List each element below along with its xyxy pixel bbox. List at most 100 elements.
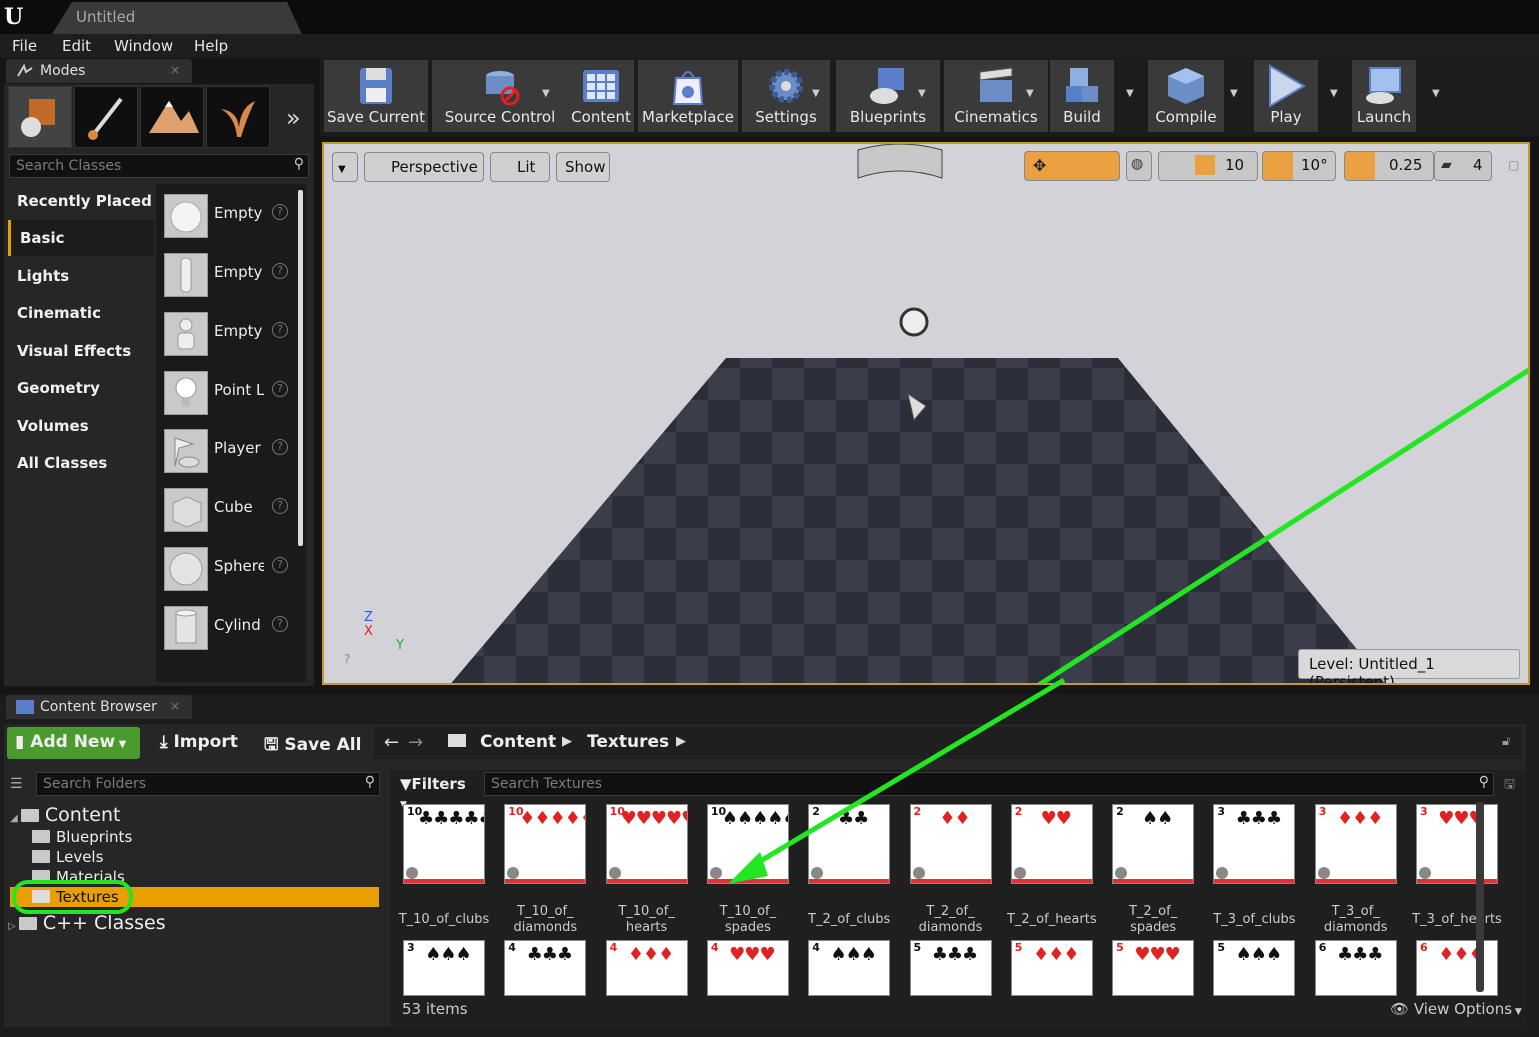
content-button[interactable]: Content [568, 60, 634, 132]
asset-tile[interactable]: 6 ♦♦♦ [1411, 940, 1503, 1037]
asset-tile[interactable]: 5 ♦♦♦ [1006, 940, 1098, 1037]
asset-tile[interactable]: 10♦♦♦♦♦♦♦♦♦♦ T_10_of_diamonds [499, 804, 591, 938]
chevron-down-icon[interactable]: ▼ [1126, 88, 1134, 99]
category-cinematic[interactable]: Cinematic [8, 295, 154, 331]
level-viewport[interactable]: ▼ Perspective Lit Show ✥ ◍ 10 10° 0.25 ▰… [322, 142, 1530, 685]
play-button[interactable]: Play [1254, 60, 1318, 132]
menu-edit[interactable]: Edit [62, 37, 91, 55]
chevron-down-icon[interactable]: ▼ [542, 88, 550, 99]
asset-tile[interactable]: 2 ♥♥ T_2_of_hearts [1006, 804, 1098, 938]
landscape-mode-button[interactable] [140, 86, 204, 148]
chevron-down-icon[interactable]: ▼ [1432, 88, 1440, 99]
help-icon[interactable]: ? [272, 322, 288, 338]
compile-button[interactable]: Compile [1148, 60, 1224, 132]
add-new-button[interactable]: ▮ Add New ▼ [7, 727, 140, 759]
asset-tile[interactable]: 5 ♠♠♠ [1208, 940, 1300, 1037]
place-mode-button[interactable] [8, 86, 72, 148]
asset-tile[interactable]: 6 ♣♣♣ [1310, 940, 1402, 1037]
save-current-button[interactable]: Save Current [324, 60, 428, 132]
chevron-down-icon[interactable]: ▼ [918, 88, 926, 99]
close-icon[interactable]: × [170, 699, 180, 713]
world-local-toggle[interactable]: ◍ [1126, 151, 1152, 181]
class-empty-character[interactable]: Empty? [162, 251, 292, 307]
chevron-down-icon[interactable]: ▼ [1330, 88, 1338, 99]
breadcrumb-separator-icon[interactable]: ▶ [562, 734, 572, 749]
asset-tile[interactable]: 4 ♠♠♠ [803, 940, 895, 1037]
search-classes-input[interactable]: Search Classes ⚲ [9, 154, 309, 178]
asset-tile[interactable]: 3 ♥♥♥ T_3_of_hearts [1411, 804, 1503, 938]
back-arrow-icon[interactable]: ← [384, 732, 399, 753]
menu-help[interactable]: Help [194, 37, 228, 55]
help-icon[interactable]: ? [272, 616, 288, 632]
category-recently-placed[interactable]: Recently Placed [8, 183, 154, 219]
rotation-snap-control[interactable]: 10° [1262, 151, 1336, 181]
asset-tile[interactable]: 2 ♦♦ T_2_of_ diamonds [905, 804, 997, 938]
filters-button[interactable]: ▼Filters ▼ [396, 772, 476, 810]
menu-window[interactable]: Window [114, 37, 173, 55]
save-search-icon[interactable]: 🖫 [1504, 775, 1515, 797]
forward-arrow-icon[interactable]: → [408, 732, 423, 753]
help-icon[interactable]: ? [272, 439, 288, 455]
category-volumes[interactable]: Volumes [8, 408, 154, 444]
category-basic[interactable]: Basic [8, 220, 154, 256]
sources-toggle-icon[interactable]: ☰ [10, 776, 23, 792]
asset-tile[interactable]: 2 ♠♠ T_2_of_ spades [1107, 804, 1199, 938]
tree-item-content[interactable]: ◢ Content [10, 804, 120, 826]
content-browser-tab[interactable]: Content Browser × [6, 695, 192, 719]
tree-item-levels[interactable]: Levels [32, 848, 103, 866]
chevron-down-icon[interactable]: ▼ [812, 88, 820, 99]
asset-tile[interactable]: 5 ♣♣♣ [905, 940, 997, 1037]
grid-snap-control[interactable]: 10 [1158, 151, 1258, 181]
class-sphere[interactable]: Sphere? [162, 545, 292, 601]
asset-tile[interactable]: 10♠♠♠♠♠♠♠♠♠♠ T_10_of_spades [702, 804, 794, 938]
asset-tile[interactable]: 2 ♣♣ T_2_of_clubs [803, 804, 895, 938]
move-tool-icon[interactable]: ✥ [1033, 156, 1046, 175]
breadcrumb-textures[interactable]: Textures [587, 732, 669, 752]
asset-scrollbar[interactable] [1476, 802, 1484, 992]
class-player-start[interactable]: Player? [162, 427, 292, 483]
chevron-down-icon[interactable]: ▼ [1230, 88, 1238, 99]
help-icon[interactable]: ? [272, 498, 288, 514]
help-icon[interactable]: ? [272, 381, 288, 397]
help-icon[interactable]: ? [272, 204, 288, 220]
breadcrumb-content[interactable]: Content [480, 732, 556, 752]
search-folders-input[interactable]: Search Folders ⚲ [36, 772, 380, 796]
lit-button[interactable]: Lit [490, 152, 550, 182]
asset-tile[interactable]: 4 ♣♣♣ [499, 940, 591, 1037]
help-icon[interactable]: ? [272, 557, 288, 573]
asset-tile[interactable]: 10♥♥♥♥♥♥♥♥♥♥ T_10_of_hearts [601, 804, 693, 938]
help-icon[interactable]: ? [344, 652, 350, 666]
category-geometry[interactable]: Geometry [8, 370, 154, 406]
chevron-down-icon[interactable]: ▼ [1026, 88, 1034, 99]
maximize-viewport-icon[interactable]: ▢ [1508, 158, 1519, 172]
asset-tile[interactable]: 10♣♣♣♣♣♣♣♣♣♣ T_10_of_clubs [398, 804, 490, 938]
class-list-scrollbar[interactable] [298, 190, 303, 546]
class-cylinder[interactable]: Cylind? [162, 604, 292, 660]
transform-tools[interactable]: ✥ [1024, 151, 1120, 181]
class-point-light[interactable]: Point L? [162, 369, 292, 425]
import-button[interactable]: ⤓ Import [152, 727, 246, 759]
class-empty-pawn[interactable]: Empty? [162, 310, 292, 366]
scale-snap-control[interactable]: 0.25 [1344, 151, 1434, 181]
launch-button[interactable]: Launch [1352, 60, 1416, 132]
help-icon[interactable]: ? [272, 263, 288, 279]
category-lights[interactable]: Lights [8, 258, 154, 294]
asset-tile[interactable]: 3 ♣♣♣ T_3_of_clubs [1208, 804, 1300, 938]
class-empty-actor[interactable]: Empty? [162, 192, 292, 248]
asset-tile[interactable]: 3 ♠♠♠ [398, 940, 490, 1037]
view-options-button[interactable]: 👁︎ View Options ▼ [1390, 1000, 1522, 1018]
category-visual-effects[interactable]: Visual Effects [8, 333, 154, 369]
category-all-classes[interactable]: All Classes [8, 445, 154, 481]
more-modes-icon[interactable]: » [286, 104, 301, 132]
modes-tab[interactable]: Modes × [6, 59, 192, 83]
viewport-options-button[interactable]: ▼ [332, 152, 358, 182]
paint-mode-button[interactable] [74, 86, 138, 148]
perspective-button[interactable]: Perspective [364, 152, 484, 182]
show-button[interactable]: Show [556, 152, 610, 182]
marketplace-button[interactable]: Marketplace [638, 60, 738, 132]
asset-tile[interactable]: 5 ♥♥♥ [1107, 940, 1199, 1037]
asset-tile[interactable]: 3 ♦♦♦ T_3_of_ diamonds [1310, 804, 1402, 938]
asset-tile[interactable]: 4 ♦♦♦ [601, 940, 693, 1037]
breadcrumb-separator-icon[interactable]: ▶ [676, 734, 686, 749]
close-icon[interactable]: × [170, 63, 180, 77]
